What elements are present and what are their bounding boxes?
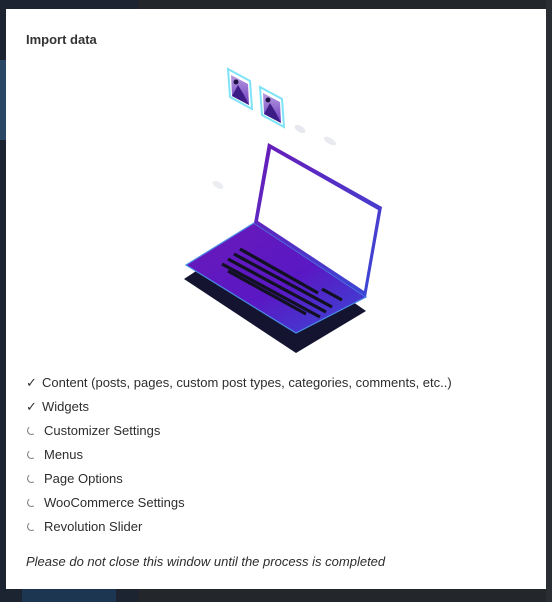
spinner-icon <box>26 472 44 484</box>
step-item: Page Options <box>26 466 452 490</box>
step-item: WooCommerce Settings <box>26 490 452 514</box>
step-item: Menus <box>26 442 452 466</box>
image-tile-icon <box>226 67 254 111</box>
step-label: Content (posts, pages, custom post types… <box>42 374 452 390</box>
laptop-illustration <box>184 67 382 353</box>
spinner-icon <box>26 448 44 460</box>
checkmark-icon: ✓ <box>26 398 37 414</box>
background-edge <box>546 0 552 602</box>
background-button <box>22 588 116 602</box>
checkmark-icon: ✓ <box>26 374 37 390</box>
spinner-icon <box>26 424 44 436</box>
spinner-icon <box>26 496 44 508</box>
step-label: Menus <box>44 446 84 462</box>
spinner-icon <box>26 520 44 532</box>
import-steps-list: ✓ Content (posts, pages, custom post typ… <box>26 370 452 538</box>
step-item: Customizer Settings <box>26 418 452 442</box>
step-label: Page Options <box>44 470 123 486</box>
modal-title: Import data <box>26 32 97 47</box>
step-label: Widgets <box>42 398 89 414</box>
import-data-modal: Import data ✓ Content (posts, pages, cus… <box>6 9 546 589</box>
step-label: Customizer Settings <box>44 422 161 438</box>
step-label: WooCommerce Settings <box>44 494 185 510</box>
step-item: ✓ Content (posts, pages, custom post typ… <box>26 370 452 394</box>
step-label: Revolution Slider <box>44 518 143 534</box>
image-tile-icon <box>258 85 286 129</box>
step-item: ✓ Widgets <box>26 394 452 418</box>
process-notice: Please do not close this window until th… <box>26 554 386 569</box>
step-item: Revolution Slider <box>26 514 452 538</box>
